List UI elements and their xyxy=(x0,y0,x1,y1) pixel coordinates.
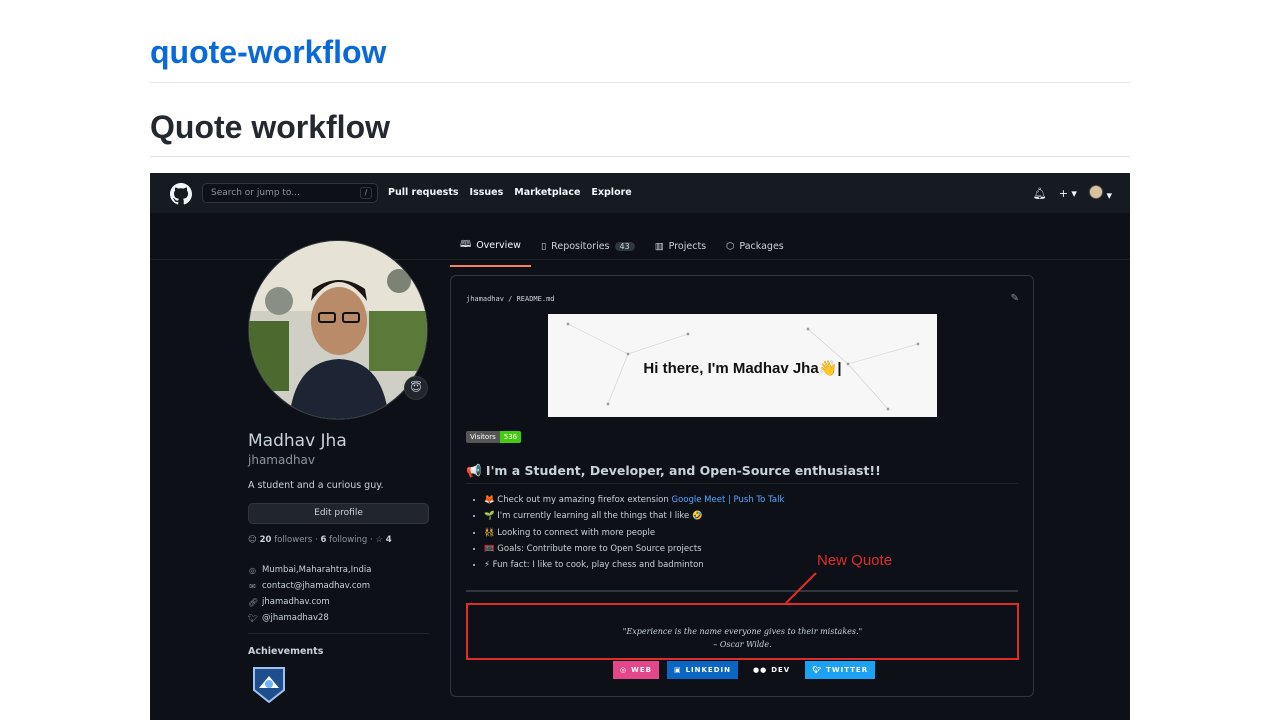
annotation-label: New Quote xyxy=(817,552,893,569)
page-title: Quote workflow xyxy=(150,109,390,145)
annotation-arrow xyxy=(785,572,817,604)
divider xyxy=(150,156,1130,157)
divider xyxy=(150,82,1130,83)
site-title-link[interactable]: quote-workflow xyxy=(150,34,386,70)
github-profile-screenshot: Search or jump to... / Pull requests Iss… xyxy=(150,173,1130,720)
